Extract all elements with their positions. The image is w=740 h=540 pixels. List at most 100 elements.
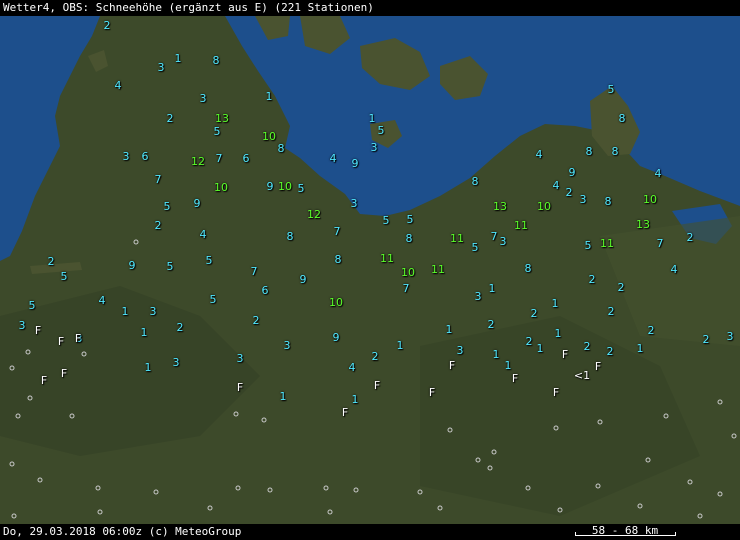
station-value: 2 <box>47 255 55 268</box>
station-value: 1 <box>174 52 182 65</box>
station-value: 3 <box>236 352 244 365</box>
station-value: 5 <box>60 270 68 283</box>
station-marker <box>267 487 273 493</box>
station-value: 11 <box>600 237 614 250</box>
station-value: 8 <box>604 195 612 208</box>
station-value: 2 <box>702 333 710 346</box>
station-marker <box>637 503 643 509</box>
station-value: 9 <box>299 273 307 286</box>
map-area[interactable]: 2 1 8 3 4 3 1 2 13 5 10 8 1 5 3 3 6 12 7 6 4 9 7 10 9 10 5 5 9 3 12 2 4 8… <box>0 16 740 524</box>
station-value: 1 <box>551 297 559 310</box>
station-value: 2 <box>530 307 538 320</box>
station-value: F <box>40 374 48 387</box>
station-value: 2 <box>103 19 111 32</box>
station-value: 11 <box>431 263 445 276</box>
station-value: F <box>561 348 569 361</box>
station-value: 1 <box>536 342 544 355</box>
station-marker <box>717 491 723 497</box>
station-marker <box>323 485 329 491</box>
station-value: 2 <box>525 335 533 348</box>
station-marker <box>15 413 21 419</box>
station-value: 1 <box>445 323 453 336</box>
station-value: 1 <box>488 282 496 295</box>
station-marker <box>487 465 493 471</box>
station-value: 5 <box>28 299 36 312</box>
station-value: 3 <box>370 141 378 154</box>
station-marker <box>81 351 87 357</box>
station-value: 7 <box>250 265 258 278</box>
weather-map-frame: Wetter4, OBS: Schneehöhe (ergänzt aus E)… <box>0 0 740 540</box>
station-value: 1 <box>396 339 404 352</box>
station-marker <box>595 483 601 489</box>
station-marker <box>447 427 453 433</box>
station-value: 7 <box>656 237 664 250</box>
station-value: 6 <box>242 152 250 165</box>
station-value: 7 <box>154 173 162 186</box>
station-value: 9 <box>266 180 274 193</box>
station-value: 4 <box>98 294 106 307</box>
station-value: F <box>511 372 519 385</box>
station-value: 5 <box>377 124 385 137</box>
station-value: 5 <box>297 182 305 195</box>
station-marker <box>491 449 497 455</box>
station-value: <1 <box>573 369 591 382</box>
station-value: F <box>448 359 456 372</box>
station-value: 4 <box>654 167 662 180</box>
station-value: 10 <box>643 193 657 206</box>
station-value: 4 <box>348 361 356 374</box>
station-value: 10 <box>329 296 343 309</box>
station-marker <box>525 485 531 491</box>
station-marker <box>97 509 103 515</box>
station-value: 13 <box>636 218 650 231</box>
title-bar: Wetter4, OBS: Schneehöhe (ergänzt aus E)… <box>0 0 740 16</box>
station-value: 7 <box>402 282 410 295</box>
station-value: 3 <box>474 290 482 303</box>
station-value: 1 <box>265 90 273 103</box>
station-value: 1 <box>554 327 562 340</box>
station-value: 3 <box>456 344 464 357</box>
station-marker <box>235 485 241 491</box>
station-value: 1 <box>279 390 287 403</box>
station-marker <box>25 349 31 355</box>
station-value: 2 <box>606 345 614 358</box>
datetime-credit: Do, 29.03.2018 06:00z (c) MeteoGroup <box>3 525 242 538</box>
station-marker <box>353 487 359 493</box>
station-value: 3 <box>172 356 180 369</box>
station-value: 1 <box>504 359 512 372</box>
station-value: 2 <box>371 350 379 363</box>
station-value: 2 <box>686 231 694 244</box>
station-marker <box>327 509 333 515</box>
station-value: F <box>428 386 436 399</box>
station-value: 3 <box>499 235 507 248</box>
station-value: 3 <box>18 319 26 332</box>
station-value: 4 <box>670 263 678 276</box>
station-value: 1 <box>368 112 376 125</box>
station-value: 2 <box>583 340 591 353</box>
station-marker <box>37 477 43 483</box>
station-marker <box>207 505 213 511</box>
station-value: 1 <box>144 361 152 374</box>
station-value: 12 <box>307 208 321 221</box>
station-value: 3 <box>149 305 157 318</box>
station-value: 8 <box>618 112 626 125</box>
station-value: 8 <box>471 175 479 188</box>
station-value: 11 <box>450 232 464 245</box>
station-value: 3 <box>157 61 165 74</box>
station-value: 9 <box>568 166 576 179</box>
station-value: 5 <box>382 214 390 227</box>
station-value: 8 <box>405 232 413 245</box>
station-value: 10 <box>214 181 228 194</box>
station-value: F <box>552 386 560 399</box>
station-value: 2 <box>588 273 596 286</box>
station-value: 11 <box>514 219 528 232</box>
station-value: 3 <box>199 92 207 105</box>
station-value: 3 <box>579 193 587 206</box>
station-marker <box>261 417 267 423</box>
station-value: 9 <box>351 157 359 170</box>
map-background <box>0 16 740 524</box>
station-value: 5 <box>213 125 221 138</box>
station-value: 10 <box>537 200 551 213</box>
station-value: 3 <box>726 330 734 343</box>
station-value: 3 <box>350 197 358 210</box>
station-marker <box>645 457 651 463</box>
